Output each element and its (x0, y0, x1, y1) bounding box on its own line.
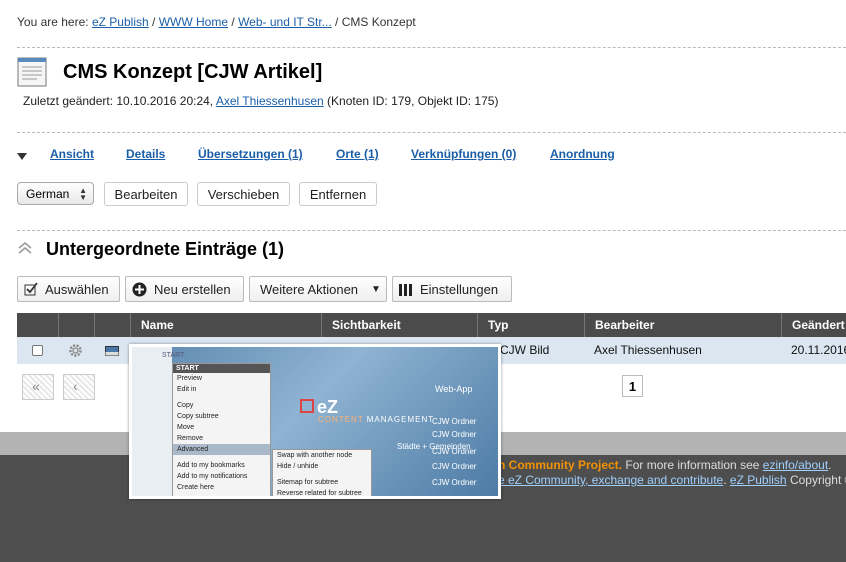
tab-orte[interactable]: Orte (1) (336, 147, 379, 161)
header-icon-col (59, 313, 95, 337)
breadcrumb-current: CMS Konzept (341, 15, 416, 29)
document-icon (17, 57, 47, 87)
collapse-triangle-icon[interactable] (17, 153, 27, 160)
gear-icon[interactable] (67, 342, 84, 359)
up-arrows-icon[interactable] (17, 240, 33, 256)
first-page-button[interactable]: « (22, 374, 54, 400)
breadcrumb-link-web-it[interactable]: Web- und IT Str... (238, 15, 332, 29)
breadcrumb-link-ezpublish[interactable]: eZ Publish (92, 15, 149, 29)
preview-sidebar: START (132, 347, 184, 496)
header-visibility[interactable]: Sichtbarkeit (322, 313, 478, 337)
header-name[interactable]: Name (131, 313, 322, 337)
row-checkbox[interactable] (32, 345, 43, 356)
edit-button[interactable]: Bearbeiten (104, 182, 188, 206)
tab-verknuepfungen[interactable]: Verknüpfungen (0) (411, 147, 516, 161)
checkbox-icon (24, 282, 38, 296)
divider (17, 47, 846, 48)
page-title: CMS Konzept [CJW Artikel] (63, 61, 323, 83)
remove-button[interactable]: Entfernen (299, 182, 377, 206)
divider (17, 230, 846, 231)
breadcrumb-prefix: You are here: (17, 15, 89, 29)
ezpublish-link[interactable]: eZ Publish (730, 473, 787, 487)
plus-circle-icon (132, 282, 147, 297)
preview-submenu: Swap with another node Hide / unhide Sit… (272, 449, 372, 496)
header-modified[interactable]: Geändert (782, 313, 846, 337)
ezinfo-link[interactable]: ezinfo/about (763, 458, 828, 472)
move-button[interactable]: Verschieben (197, 182, 290, 206)
breadcrumb-link-www-home[interactable]: WWW Home (159, 15, 228, 29)
tab-ansicht[interactable]: Ansicht (50, 147, 94, 161)
page-meta: Zuletzt geändert: 10.10.2016 20:24, Axel… (23, 94, 499, 108)
tab-anordnung[interactable]: Anordnung (550, 147, 615, 161)
divider (17, 132, 846, 133)
double-left-arrow-icon: « (32, 378, 40, 394)
footer-line-2: e eZ Community, exchange and contribute.… (498, 473, 846, 487)
row-type: CJW Bild (500, 343, 550, 357)
table-header: Name Sichtbarkeit Typ Bearbeiter Geänder… (17, 313, 846, 337)
select-arrows-icon: ▲ ▼ (79, 186, 87, 202)
author-link[interactable]: Axel Thiessenhusen (216, 94, 324, 108)
breadcrumb: You are here: eZ Publish / WWW Home / We… (17, 15, 416, 29)
header-editor[interactable]: Bearbeiter (585, 313, 782, 337)
preview-tagline: CONTENT MANAGEMENT (318, 415, 435, 424)
select-button[interactable]: Auswählen (17, 276, 120, 302)
page-number[interactable]: 1 (622, 375, 643, 397)
header-checkbox-col (17, 313, 59, 337)
row-modified: 20.11.2016 (791, 343, 846, 357)
children-title: Untergeordnete Einträge (1) (46, 239, 285, 259)
header-thumb-col (95, 313, 131, 337)
row-editor: Axel Thiessenhusen (594, 343, 702, 357)
community-link[interactable]: e eZ Community, exchange and contribute (498, 473, 723, 487)
language-select[interactable]: German ▲ ▼ (17, 182, 94, 205)
create-new-button[interactable]: Neu erstellen (125, 276, 244, 302)
settings-button[interactable]: Einstellungen (392, 276, 512, 302)
prev-page-button[interactable]: ‹ (63, 374, 95, 400)
left-arrow-icon: ‹ (73, 378, 78, 394)
preview-context-menu: START Preview Edit in Copy Copy subtree … (172, 363, 271, 496)
dropdown-arrow-icon: ▼ (371, 284, 381, 295)
tab-details[interactable]: Details (126, 147, 165, 161)
image-icon (105, 346, 119, 356)
header-type[interactable]: Typ (478, 313, 585, 337)
tab-uebersetzungen[interactable]: Übersetzungen (1) (198, 147, 303, 161)
more-actions-button[interactable]: Weitere Aktionen ▼ (249, 276, 387, 302)
columns-icon (399, 284, 412, 296)
image-preview-tooltip: START START Preview Edit in Copy Copy su… (129, 344, 501, 499)
footer-line-1: h Community Project. For more informatio… (498, 458, 832, 472)
